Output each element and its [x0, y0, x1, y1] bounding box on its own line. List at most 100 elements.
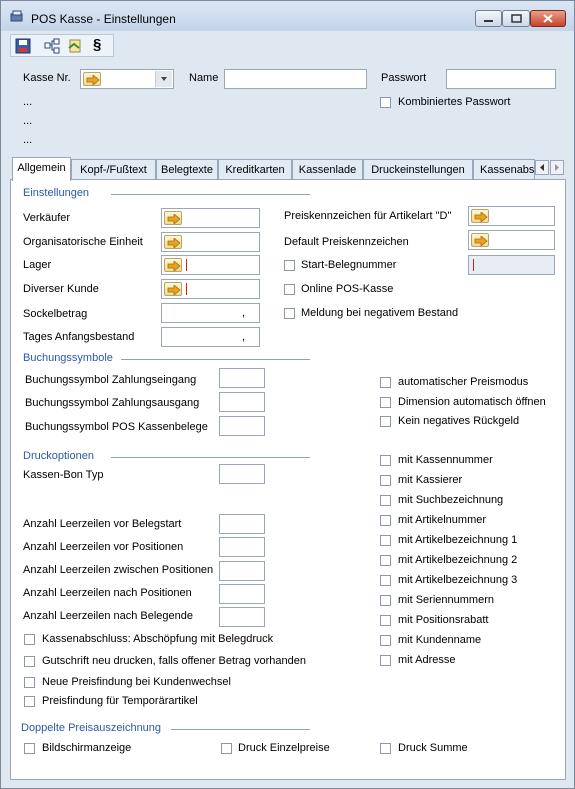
lookup-button[interactable] — [83, 72, 101, 86]
zahlungseingang-input[interactable] — [219, 368, 265, 388]
chevron-down-icon — [161, 77, 167, 81]
arrow-right-icon — [167, 285, 181, 295]
tab-kopf-fusstext[interactable]: Kopf-/Fußtext — [71, 159, 156, 180]
neue-preisfindung-label: Neue Preisfindung bei Kundenwechsel — [42, 676, 231, 688]
tab-kassenabschluss[interactable]: Kassenabs — [473, 159, 535, 180]
print-option-checkbox[interactable] — [380, 575, 391, 586]
print-option-checkbox[interactable] — [380, 515, 391, 526]
section-divider — [121, 359, 310, 360]
auto-preismodus-label: automatischer Preismodus — [398, 376, 529, 388]
arrow-right-icon — [167, 214, 181, 224]
zahlungsausgang-label: Buchungssymbol Zahlungsausgang — [25, 397, 200, 409]
minimize-button[interactable] — [475, 10, 502, 27]
kasse-nr-combo[interactable] — [80, 69, 174, 89]
print-option-label: mit Kassennummer — [398, 454, 493, 466]
lookup-button[interactable] — [471, 233, 489, 247]
preiskennzeichen-artikelart-input[interactable] — [468, 206, 555, 226]
name-input[interactable] — [224, 69, 367, 89]
tree-icon[interactable] — [44, 38, 60, 54]
title-bar: POS Kasse - Einstellungen — [1, 1, 574, 31]
print-option-label: mit Suchbezeichnung — [398, 494, 504, 506]
print-option-checkbox[interactable] — [380, 555, 391, 566]
dropdown-button[interactable] — [155, 71, 172, 87]
print-option-checkbox[interactable] — [380, 475, 391, 486]
druck-einzelpreise-checkbox[interactable] — [221, 743, 232, 754]
link-icon[interactable] — [67, 38, 83, 54]
header-panel: Kasse Nr. Name Passwort Kombiniertes Pas… — [10, 59, 566, 156]
lookup-button[interactable] — [164, 282, 182, 296]
print-option-checkbox[interactable] — [380, 495, 391, 506]
tages-anfangsbestand-input[interactable]: , — [161, 327, 260, 347]
paragraph-icon[interactable]: § — [93, 36, 109, 53]
lookup-button[interactable] — [164, 235, 182, 249]
name-label: Name — [189, 72, 219, 84]
preisfindung-temp-checkbox[interactable] — [24, 696, 35, 707]
diverser-kunde-input[interactable] — [161, 279, 260, 299]
lager-input[interactable] — [161, 255, 260, 275]
tab-kreditkarten[interactable]: Kreditkarten — [218, 159, 292, 180]
gutschrift-label: Gutschrift neu drucken, falls offener Be… — [42, 655, 306, 667]
section-druckoptionen: Druckoptionen — [23, 450, 94, 462]
kassenabschluss-checkbox[interactable] — [24, 634, 35, 645]
text-caret — [186, 259, 187, 271]
bildschirmanzeige-checkbox[interactable] — [24, 743, 35, 754]
kein-negatives-rueckgeld-checkbox[interactable] — [380, 416, 391, 427]
leer-nach-positionen-input[interactable] — [219, 584, 265, 604]
print-option-checkbox[interactable] — [380, 615, 391, 626]
verkaeufer-input[interactable] — [161, 208, 260, 228]
pos-kassenbelege-input[interactable] — [219, 416, 265, 436]
leer-nach-belegende-input[interactable] — [219, 607, 265, 627]
print-option-checkbox[interactable] — [380, 595, 391, 606]
close-button[interactable] — [530, 10, 566, 27]
minimize-icon — [484, 20, 493, 22]
ellipsis-1: ... — [23, 96, 33, 108]
leer-vor-belegstart-input[interactable] — [219, 514, 265, 534]
verkaeufer-label: Verkäufer — [23, 212, 71, 224]
sockelbetrag-value: , — [241, 307, 245, 319]
leer-zwischen-positionen-input[interactable] — [219, 561, 265, 581]
zahlungsausgang-input[interactable] — [219, 392, 265, 412]
start-belegnummer-input[interactable] — [468, 255, 555, 275]
gutschrift-checkbox[interactable] — [24, 656, 35, 667]
tab-belegtexte[interactable]: Belegtexte — [156, 159, 218, 180]
save-icon[interactable] — [15, 38, 31, 54]
tab-kassenlade[interactable]: Kassenlade — [292, 159, 363, 180]
tab-scroll-left[interactable] — [535, 160, 549, 175]
print-option-checkbox[interactable] — [380, 655, 391, 666]
lager-label: Lager — [23, 259, 52, 271]
meldung-negativ-checkbox[interactable] — [284, 308, 295, 319]
druck-einzelpreise-label: Druck Einzelpreise — [238, 742, 330, 754]
default-preiskennzeichen-input[interactable] — [468, 230, 555, 250]
kein-negatives-rueckgeld-label: Kein negatives Rückgeld — [398, 415, 520, 427]
sockelbetrag-input[interactable]: , — [161, 303, 260, 323]
kassen-bon-typ-input[interactable] — [219, 464, 265, 484]
dimension-auto-checkbox[interactable] — [380, 397, 391, 408]
section-divider — [171, 729, 310, 730]
start-belegnummer-checkbox[interactable] — [284, 260, 295, 271]
tab-allgemein[interactable]: Allgemein — [12, 157, 71, 181]
passwort-input[interactable] — [446, 69, 556, 89]
lookup-button[interactable] — [164, 211, 182, 225]
druck-summe-checkbox[interactable] — [380, 743, 391, 754]
lookup-button[interactable] — [164, 258, 182, 272]
print-option-checkbox[interactable] — [380, 455, 391, 466]
print-option-checkbox[interactable] — [380, 535, 391, 546]
kassenabschluss-label: Kassenabschluss: Abschöpfung mit Belegdr… — [42, 633, 274, 645]
org-einheit-input[interactable] — [161, 232, 260, 252]
leer-vor-positionen-input[interactable] — [219, 537, 265, 557]
neue-preisfindung-checkbox[interactable] — [24, 677, 35, 688]
arrow-right-icon — [167, 238, 181, 248]
maximize-button[interactable] — [502, 10, 530, 27]
auto-preismodus-checkbox[interactable] — [380, 377, 391, 388]
tab-druckeinstellungen[interactable]: Druckeinstellungen — [363, 159, 473, 180]
online-pos-kasse-checkbox[interactable] — [284, 284, 295, 295]
dimension-auto-label: Dimension automatisch öffnen — [398, 396, 546, 408]
tab-scroll-right[interactable] — [550, 160, 564, 175]
kombiniertes-passwort-label: Kombiniertes Passwort — [398, 96, 511, 108]
print-option-checkbox[interactable] — [380, 635, 391, 646]
print-option-label: mit Seriennummern — [398, 594, 494, 606]
lookup-button[interactable] — [471, 209, 489, 223]
default-preiskennzeichen-label: Default Preiskennzeichen — [284, 236, 409, 248]
druck-summe-label: Druck Summe — [398, 742, 468, 754]
kombiniertes-passwort-checkbox[interactable] — [380, 97, 391, 108]
